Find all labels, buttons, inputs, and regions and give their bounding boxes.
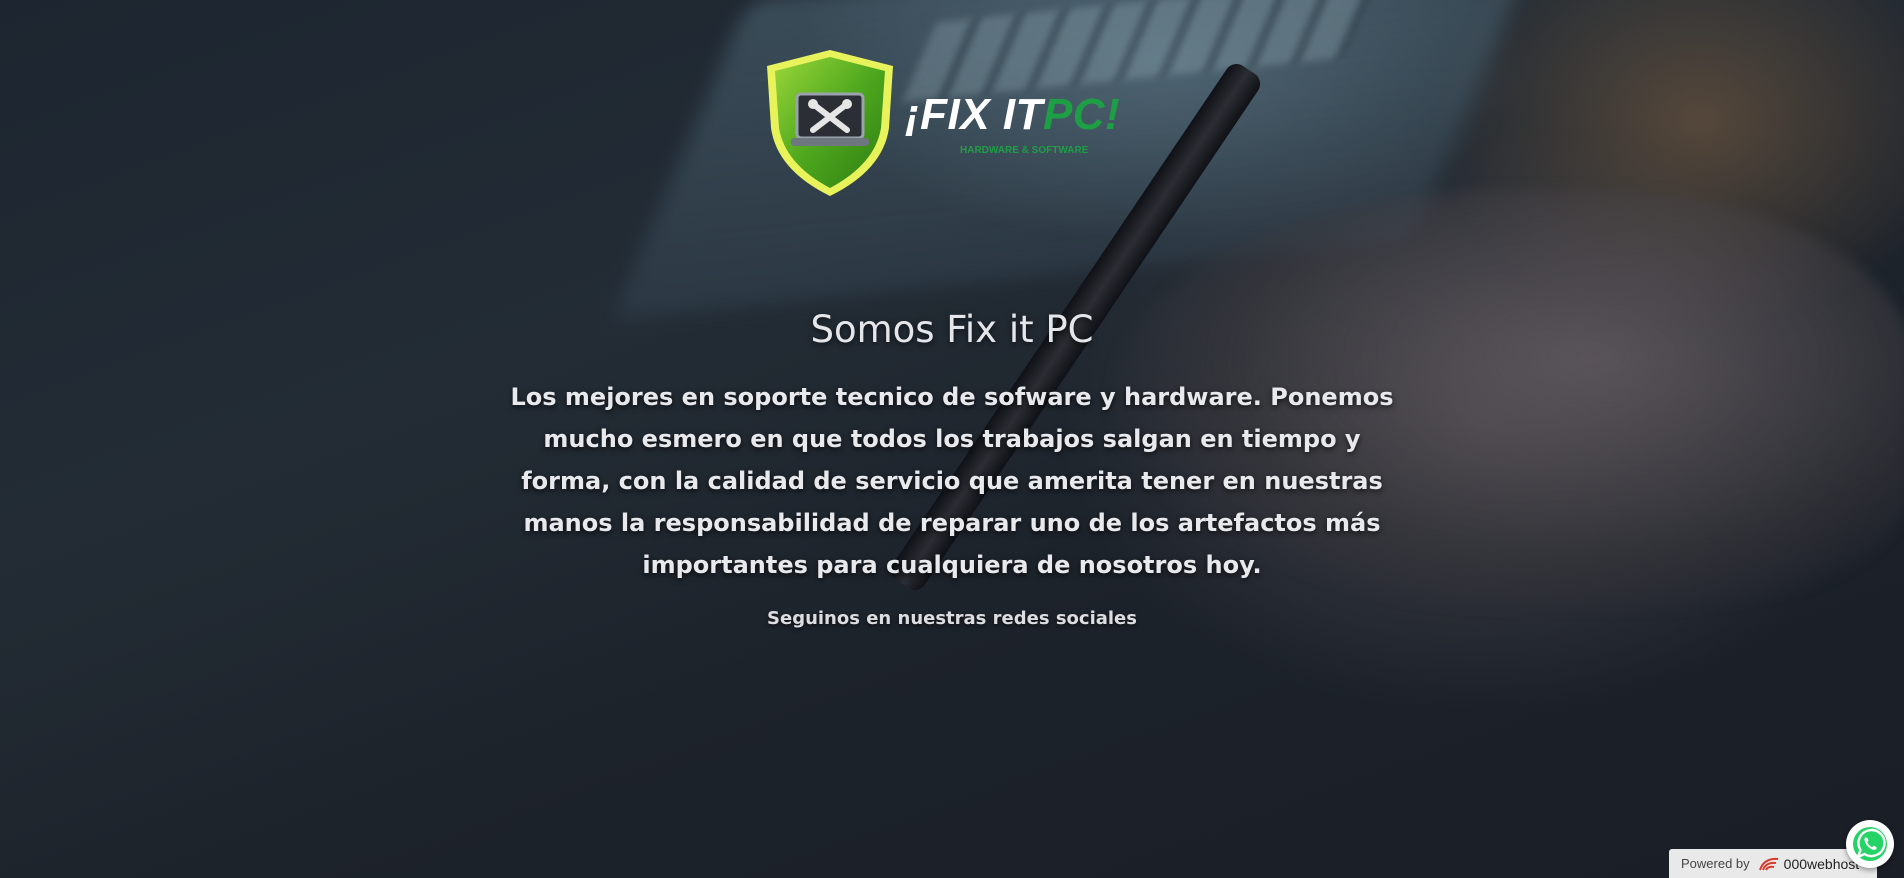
page-title: Somos Fix it PC (810, 308, 1094, 351)
whatsapp-button[interactable] (1846, 820, 1894, 868)
logo-wordmark: ¡FIX ITPC! (905, 90, 1120, 140)
logo-wordmark-green: PC! (1042, 90, 1121, 139)
site-logo[interactable]: ¡FIX ITPC! HARDWARE & SOFTWARE (765, 48, 1165, 198)
host-brand: 000webhost (1758, 855, 1860, 872)
logo-tagline: HARDWARE & SOFTWARE (960, 145, 1089, 156)
whatsapp-icon (1853, 827, 1887, 861)
shield-logo-icon (767, 50, 893, 196)
logo-wordmark-white: ¡FIX IT (905, 90, 1043, 139)
social-heading: Seguinos en nuestras redes sociales (767, 608, 1137, 629)
hero-description: Los mejores en soporte tecnico de sofwar… (510, 383, 1394, 579)
host-name: 000webhost (1783, 855, 1860, 872)
powered-by-badge[interactable]: Powered by 000webhost (1669, 849, 1877, 878)
hero-content: ¡FIX ITPC! HARDWARE & SOFTWARE Somos Fix… (0, 0, 1904, 878)
hero-background: ¡FIX ITPC! HARDWARE & SOFTWARE Somos Fix… (0, 0, 1904, 878)
000webhost-logo-icon (1758, 857, 1778, 871)
powered-by-label: Powered by (1681, 856, 1750, 871)
